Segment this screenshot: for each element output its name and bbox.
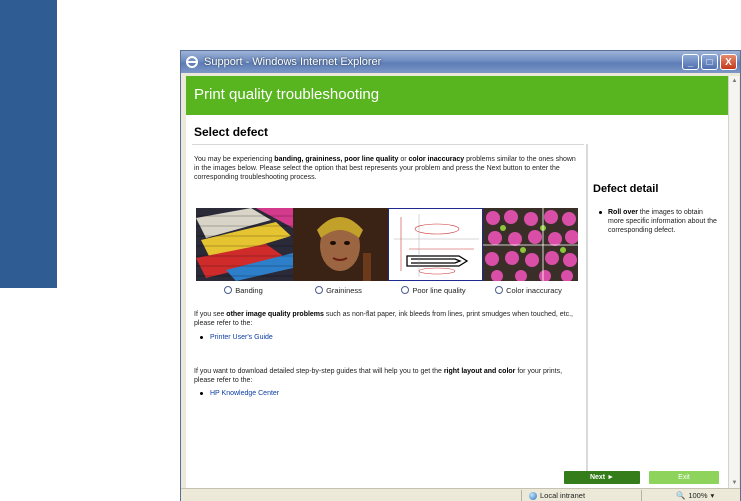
zoom-control[interactable]: 🔍 100% ▾ [676,491,714,500]
internet-explorer-icon [186,56,198,68]
globe-icon [529,491,537,500]
chevron-down-icon[interactable]: ▾ [711,491,715,500]
intro-text: You may be experiencing banding, grainin… [194,156,576,181]
scroll-down-icon[interactable]: ▼ [730,478,739,488]
scroll-up-icon[interactable]: ▲ [730,76,739,86]
option-graininess[interactable]: Graininess [291,284,386,296]
status-bar: Local intranet 🔍 100% ▾ [181,488,740,501]
color-inaccuracy-label: Color inaccuracy [506,285,562,295]
zoom-magnifier-icon: 🔍 [676,491,686,500]
graininess-label: Graininess [326,285,362,295]
printer-users-guide-link[interactable]: Printer User's Guide [210,334,273,341]
download-guides-text: If you want to download detailed step-by… [194,368,563,384]
ie-window: Support - Windows Internet Explorer _ □ … [180,50,741,501]
bullet-icon [599,211,602,214]
color-inaccuracy-image[interactable] [483,208,578,281]
defect-options: Banding Graininess Poor line quality Col… [196,284,578,296]
exit-button[interactable]: Exit [649,471,719,484]
vertical-scrollbar[interactable]: ▲ ▼ [728,76,739,488]
maximize-button[interactable]: □ [701,54,718,70]
bullet-icon [200,336,203,339]
minimize-button[interactable]: _ [682,54,699,70]
title-bar[interactable]: Support - Windows Internet Explorer _ □ … [181,51,740,73]
banding-label: Banding [235,285,263,295]
next-button[interactable]: Next ► [564,471,640,484]
banding-radio[interactable] [224,286,233,294]
option-color-inaccuracy[interactable]: Color inaccuracy [481,284,576,296]
printer-users-guide-item: Printer User's Guide [200,334,273,341]
zoom-level: 100% [688,491,708,500]
graininess-radio[interactable] [315,286,324,294]
defect-images [196,208,578,281]
defect-detail-text: Roll over the images to obtain more spec… [608,209,717,234]
page-content: Print quality troubleshooting Select def… [186,76,728,488]
close-button[interactable]: X [720,54,737,70]
zone-label: Local intranet [540,491,586,500]
security-zone[interactable]: Local intranet [529,491,585,500]
color-inaccuracy-radio[interactable] [495,286,504,294]
status-separator [641,490,642,501]
poor-line-quality-radio[interactable] [401,286,410,294]
hp-knowledge-center-item: HP Knowledge Center [200,390,279,397]
defect-detail-title: Defect detail [593,183,659,195]
status-separator [521,490,522,501]
bullet-icon [200,392,203,395]
other-problems-text: If you see other image quality problems … [194,311,573,327]
desktop-background [0,0,57,288]
section-title: Select defect [194,125,269,139]
window-title: Support - Windows Internet Explorer [204,56,382,68]
title-divider [192,144,584,145]
poor-line-quality-label: Poor line quality [412,285,466,295]
graininess-image[interactable] [293,208,388,281]
option-banding[interactable]: Banding [196,284,291,296]
banding-image[interactable] [196,208,293,281]
poor-line-quality-image[interactable] [388,208,483,281]
column-divider [586,144,588,480]
hp-knowledge-center-link[interactable]: HP Knowledge Center [210,390,279,397]
page-banner: Print quality troubleshooting [186,76,728,115]
option-poor-line-quality[interactable]: Poor line quality [386,284,481,296]
